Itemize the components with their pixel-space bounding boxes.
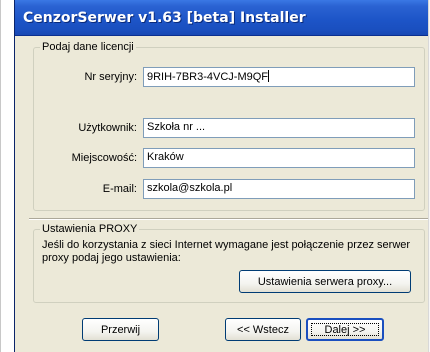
city-label: Miejscowość: xyxy=(71,152,137,164)
user-value: Szkoła nr ... xyxy=(147,121,206,133)
email-label: E-mail: xyxy=(102,183,137,195)
cancel-button[interactable]: Przerwij xyxy=(82,318,159,341)
serial-number-value: 9RIH-7BR3-4VCJ-M9QF xyxy=(147,71,269,83)
back-button[interactable]: << Wstecz xyxy=(225,318,301,341)
proxy-group-legend: Ustawienia PROXY xyxy=(40,223,140,235)
license-group: Podaj dane licencji Nr seryjny: 9RIH-7BR… xyxy=(33,41,425,211)
installer-window: CenzorSerwer v1.63 [beta] Installer Poda… xyxy=(14,0,428,352)
email-input[interactable]: szkola@szkola.pl xyxy=(143,179,415,199)
city-input[interactable]: Kraków xyxy=(143,148,415,168)
user-label: Użytkownik: xyxy=(78,122,137,134)
separator xyxy=(29,218,428,220)
proxy-settings-button[interactable]: Ustawienia serwera proxy... xyxy=(239,270,411,293)
email-value: szkola@szkola.pl xyxy=(147,182,233,194)
city-value: Kraków xyxy=(147,151,184,163)
window-title: CenzorSerwer v1.63 [beta] Installer xyxy=(23,10,306,26)
proxy-description: Jeśli do korzystania z sieci Internet wy… xyxy=(42,239,411,264)
background-window-edge xyxy=(0,0,14,352)
text-caret xyxy=(268,70,270,82)
serial-number-label: Nr seryjny: xyxy=(84,71,137,83)
license-group-legend: Podaj dane licencji xyxy=(40,41,136,53)
proxy-group: Ustawienia PROXY Jeśli do korzystania z … xyxy=(33,223,425,303)
user-input[interactable]: Szkoła nr ... xyxy=(143,118,415,138)
title-bar[interactable]: CenzorSerwer v1.63 [beta] Installer xyxy=(15,0,428,36)
serial-number-input[interactable]: 9RIH-7BR3-4VCJ-M9QF xyxy=(143,67,415,87)
next-button[interactable]: Dalej >> xyxy=(306,318,384,341)
